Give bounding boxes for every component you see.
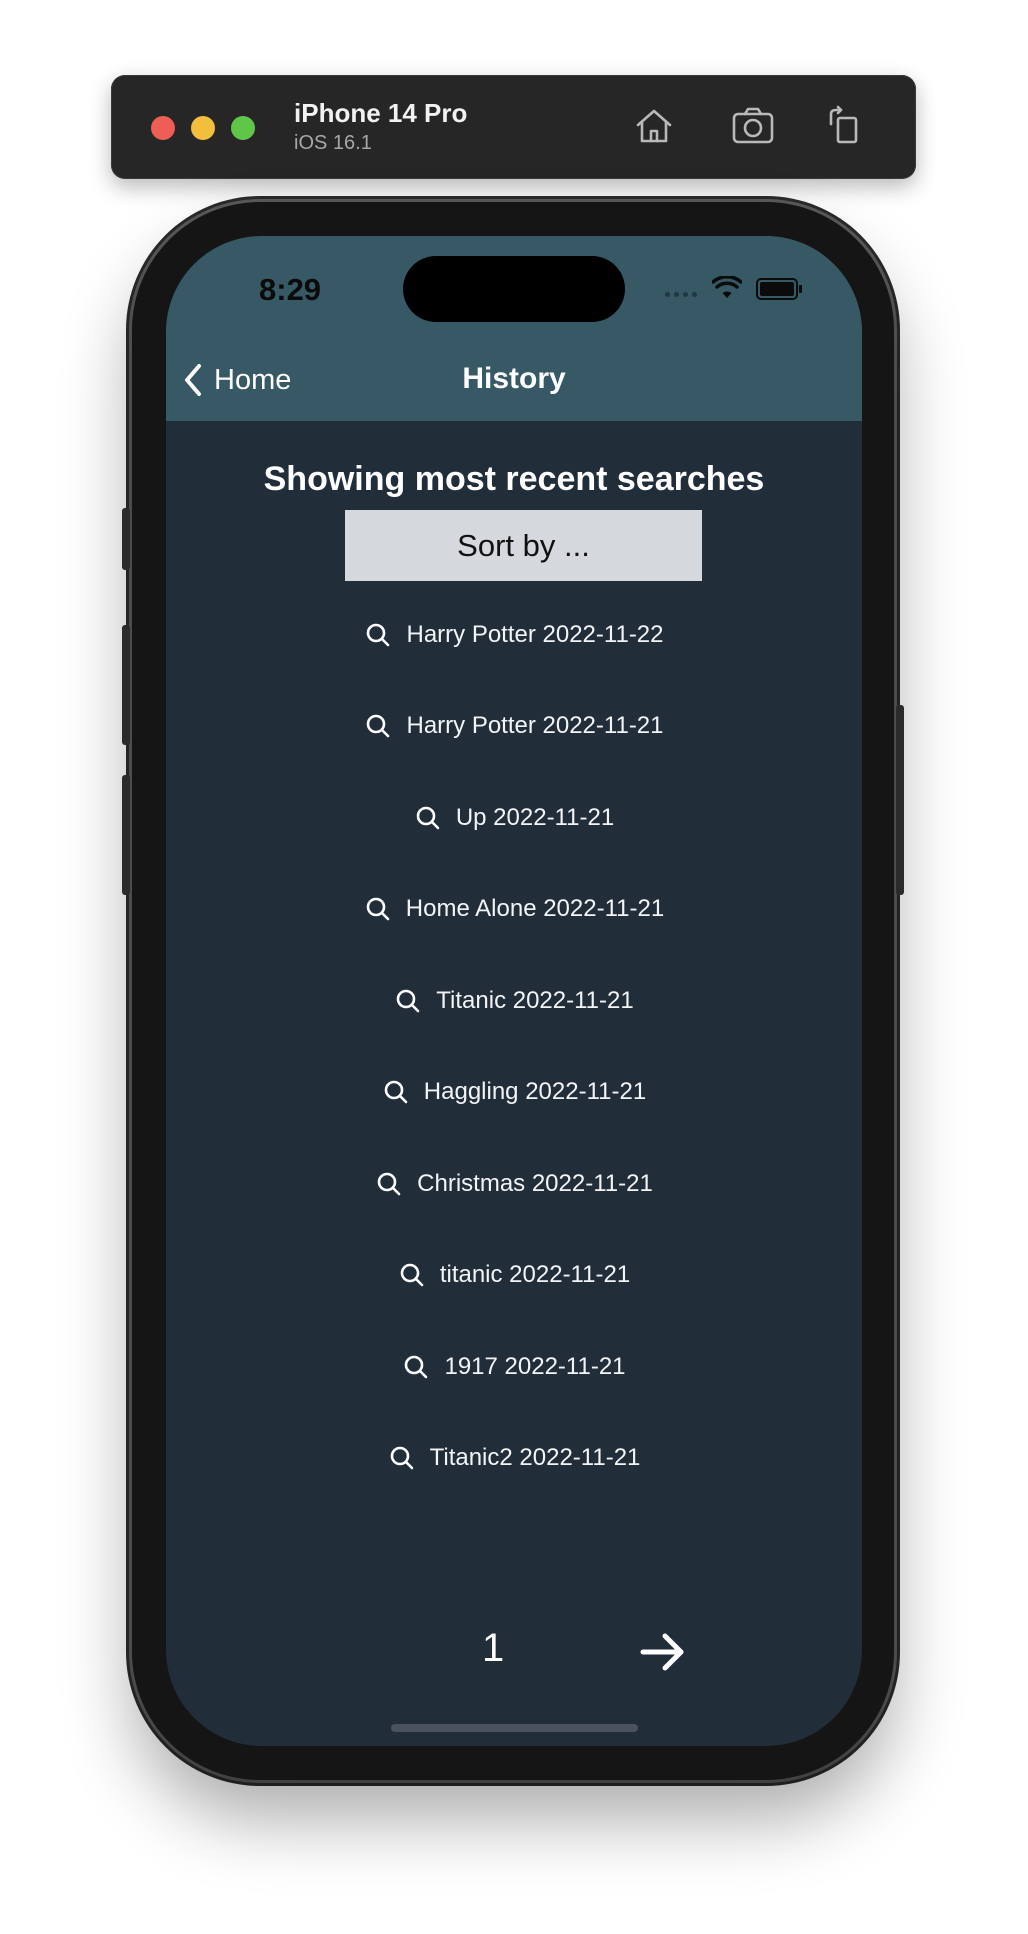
phone-screen: 8:29 Home History Showing most recent se… <box>166 236 862 1746</box>
next-page-button[interactable] <box>639 1630 687 1679</box>
arrow-right-icon <box>640 1633 684 1671</box>
history-item[interactable]: Home Alone 2022-11-21 <box>166 864 862 956</box>
history-item[interactable]: Harry Potter 2022-11-22 <box>166 589 862 681</box>
home-icon[interactable] <box>630 102 678 150</box>
minimize-window-button[interactable] <box>191 116 215 140</box>
power-button <box>896 705 904 895</box>
history-item[interactable]: Christmas 2022-11-21 <box>166 1138 862 1230</box>
history-item[interactable]: 1917 2022-11-21 <box>166 1321 862 1413</box>
history-item-label: Haggling 2022-11-21 <box>423 1078 647 1106</box>
search-icon <box>396 989 420 1013</box>
simulator-device-name: iPhone 14 Pro <box>294 98 468 128</box>
sort-button[interactable]: Sort by ... <box>345 510 702 581</box>
search-icon <box>366 897 390 921</box>
search-icon <box>390 1446 413 1470</box>
cellular-signal-icon <box>665 292 697 297</box>
history-heading: Showing most recent searches <box>263 460 765 498</box>
search-icon <box>377 1172 401 1196</box>
status-time: 8:29 <box>259 272 322 307</box>
history-item[interactable]: Harry Potter 2022-11-21 <box>166 681 862 773</box>
page-title: History <box>462 362 566 395</box>
history-item-label: Harry Potter 2022-11-21 <box>406 712 664 740</box>
history-item[interactable]: Titanic 2022-11-21 <box>166 955 862 1047</box>
wifi-icon <box>711 275 743 305</box>
battery-icon <box>756 278 802 300</box>
history-item-label: Up 2022-11-21 <box>455 803 615 831</box>
history-item[interactable]: Titanic2 2022-11-21 <box>166 1413 862 1505</box>
history-item-label: 1917 2022-11-21 <box>444 1352 626 1380</box>
search-icon <box>384 1080 408 1104</box>
search-icon <box>367 714 390 738</box>
volume-down-button <box>122 775 130 895</box>
silent-switch <box>122 508 130 570</box>
history-item[interactable]: Up 2022-11-21 <box>166 772 862 864</box>
volume-up-button <box>122 625 130 745</box>
search-history-list: Harry Potter 2022-11-22 Harry Potter 202… <box>166 589 862 1504</box>
search-icon <box>400 1263 424 1287</box>
history-item-label: titanic 2022-11-21 <box>439 1261 631 1289</box>
home-indicator[interactable] <box>391 1724 638 1732</box>
rotate-icon[interactable] <box>819 102 867 150</box>
history-item[interactable]: titanic 2022-11-21 <box>166 1230 862 1322</box>
dynamic-island <box>403 256 625 322</box>
history-item-label: Titanic 2022-11-21 <box>436 986 634 1014</box>
search-icon <box>416 806 440 830</box>
history-item-label: Harry Potter 2022-11-22 <box>406 620 664 648</box>
history-item-label: Christmas 2022-11-21 <box>417 1169 653 1197</box>
history-item-label: Home Alone 2022-11-21 <box>405 895 665 923</box>
search-icon <box>405 1355 428 1379</box>
navigation-bar: 8:29 Home History <box>166 236 862 421</box>
history-item-label: Titanic2 2022-11-21 <box>429 1444 641 1472</box>
screenshot-icon[interactable] <box>729 102 777 150</box>
page-number: 1 <box>482 1626 505 1670</box>
history-item[interactable]: Haggling 2022-11-21 <box>166 1047 862 1139</box>
zoom-window-button[interactable] <box>231 116 255 140</box>
close-window-button[interactable] <box>151 116 175 140</box>
simulator-os-version: iOS 16.1 <box>294 132 372 154</box>
search-icon <box>367 623 390 647</box>
